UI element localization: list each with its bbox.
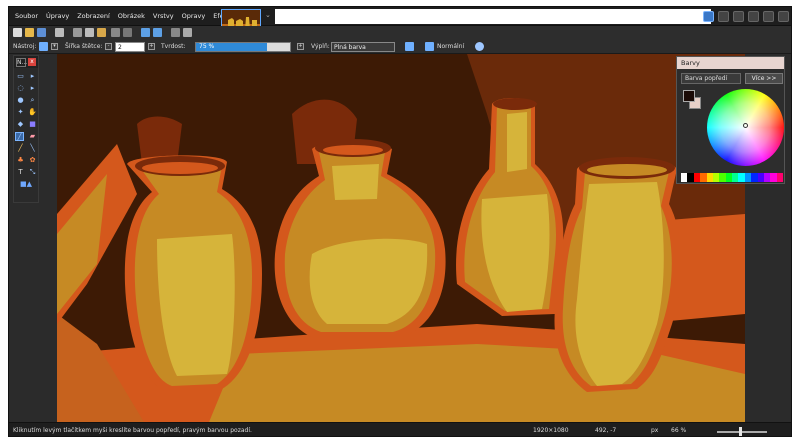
grid-view-icon[interactable] [703, 11, 714, 22]
hardness-increase-button[interactable]: + [297, 43, 304, 50]
image-canvas[interactable] [57, 54, 745, 427]
crop-icon[interactable] [111, 28, 120, 37]
menu-bar: Soubor Úpravy Zobrazení Obrázek Vrstvy O… [9, 7, 791, 31]
blend-mode-icon[interactable] [425, 42, 434, 51]
blend-mode-select[interactable]: Normální [437, 43, 464, 50]
tool-options-bar: Nástroj: ▾ Šířka štětce: - 2 + Tvrdost: … [9, 40, 791, 54]
colors-panel-title[interactable]: Barvy [677, 57, 784, 69]
gradient-icon[interactable]: ■ [28, 120, 37, 129]
paintbrush-tool-icon[interactable]: ╱ [15, 132, 24, 141]
pan-hand-icon[interactable]: ✋ [28, 108, 37, 117]
fill-label: Výplň: [311, 43, 330, 50]
units-select[interactable]: px [651, 427, 658, 434]
status-bar: Kliknutím levým tlačítkem myši kreslíte … [9, 422, 791, 436]
zoom-icon[interactable]: ⌕ [28, 96, 37, 105]
undo-icon[interactable] [141, 28, 150, 37]
canvas-artwork [57, 54, 745, 427]
tool-label: Nástroj: [13, 43, 37, 50]
fill-select[interactable]: Plná barva [331, 42, 395, 52]
menu-edit[interactable]: Úpravy [42, 7, 73, 26]
tool-dropdown-chevron-icon[interactable]: ▾ [51, 43, 58, 50]
brush-width-input[interactable]: 2 [115, 42, 145, 52]
more-colors-button[interactable]: Více >> [745, 73, 783, 84]
color-picker-icon[interactable]: ╲ [28, 144, 37, 153]
antialias-icon[interactable] [405, 42, 414, 51]
help-icon[interactable] [778, 11, 789, 22]
new-file-icon[interactable] [13, 28, 22, 37]
paste-icon[interactable] [97, 28, 106, 37]
brush-width-label: Šířka štětce: [65, 43, 103, 50]
tools-panel-header: N... x [14, 56, 38, 68]
grid-icon[interactable] [171, 28, 180, 37]
hardness-value: 75 % [199, 43, 215, 50]
main-toolbar [9, 26, 791, 40]
image-size-readout: 1920×1080 [533, 427, 569, 434]
zoom-readout[interactable]: 66 % [671, 427, 686, 434]
ruler-icon[interactable] [183, 28, 192, 37]
save-icon[interactable] [37, 28, 46, 37]
primary-color-swatch[interactable] [683, 90, 695, 102]
recolor-icon[interactable]: ✿ [28, 156, 37, 165]
colors-panel: Barvy Barva popředí Více >> [676, 56, 785, 184]
palette-swatch[interactable] [776, 173, 783, 182]
zoom-slider[interactable] [717, 431, 767, 433]
pencil-icon[interactable]: ╱ [16, 144, 25, 153]
cut-icon[interactable] [73, 28, 82, 37]
hardness-slider[interactable]: 75 % [195, 42, 291, 52]
palette-icon[interactable] [748, 11, 759, 22]
cursor-position-readout: 492, -7 [595, 427, 617, 434]
color-mode-select[interactable]: Barva popředí [681, 73, 741, 84]
menu-file[interactable]: Soubor [11, 7, 42, 26]
redo-icon[interactable] [153, 28, 162, 37]
open-folder-icon[interactable] [25, 28, 34, 37]
copy-icon[interactable] [85, 28, 94, 37]
layers-icon[interactable] [733, 11, 744, 22]
color-wheel-cursor[interactable] [743, 123, 748, 128]
app-window: Soubor Úpravy Zobrazení Obrázek Vrstvy O… [8, 6, 792, 437]
eraser-icon[interactable]: ▰ [28, 132, 37, 141]
ellipse-select-icon[interactable]: ● [16, 96, 25, 105]
text-icon[interactable]: T [16, 168, 25, 177]
magic-wand-icon[interactable]: ✦ [16, 108, 25, 117]
alpha-icon[interactable] [475, 42, 484, 51]
tabs-chevron-icon[interactable]: ⌄ [265, 11, 275, 23]
move-selection-icon[interactable]: ▸ [28, 72, 37, 81]
lasso-icon[interactable]: ◌ [16, 84, 25, 93]
tools-close-button[interactable]: x [28, 58, 36, 66]
menu-layers[interactable]: Vrstvy [149, 7, 178, 26]
paintbrush-icon[interactable] [39, 42, 48, 51]
tools-panel: N... x ▭ ▸ ◌ ▸ ● ⌕ ✦ ✋ ◆ ■ ╱ ▰ ╱ ╲ ♣ ✿ T… [13, 55, 39, 203]
paint-bucket-icon[interactable]: ◆ [16, 120, 25, 129]
tools-tab[interactable]: N... [16, 58, 27, 67]
hardness-label: Tvrdost: [161, 43, 186, 50]
menu-view[interactable]: Zobrazení [73, 7, 114, 26]
menu-adjustments[interactable]: Opravy [178, 7, 210, 26]
tab-strip [275, 9, 711, 24]
main-menu: Soubor Úpravy Zobrazení Obrázek Vrstvy O… [11, 7, 238, 26]
history-icon[interactable] [718, 11, 729, 22]
color-palette [681, 173, 783, 182]
move-icon[interactable]: ▸ [28, 84, 37, 93]
color-wheel[interactable] [707, 89, 784, 166]
print-icon[interactable] [55, 28, 64, 37]
rectangle-select-icon[interactable]: ▭ [16, 72, 25, 81]
line-curve-icon[interactable]: ⤡ [28, 168, 37, 177]
shapes-icon[interactable]: ■▲ [16, 180, 36, 189]
brush-width-increase-button[interactable]: + [148, 43, 155, 50]
status-hint: Kliknutím levým tlačítkem myši kreslíte … [13, 427, 252, 434]
window-icons [703, 9, 789, 24]
clone-stamp-icon[interactable]: ♣ [16, 156, 25, 165]
settings-gear-icon[interactable] [763, 11, 774, 22]
menu-image[interactable]: Obrázek [114, 7, 149, 26]
zoom-slider-thumb[interactable] [739, 427, 742, 436]
deselect-icon[interactable] [123, 28, 132, 37]
brush-width-decrease-button[interactable]: - [105, 43, 112, 50]
